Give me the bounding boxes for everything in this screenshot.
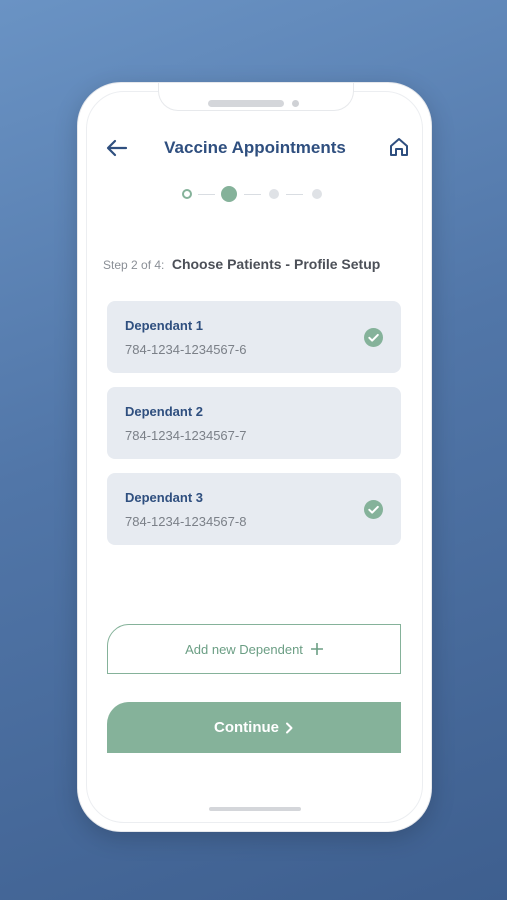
speaker-grille xyxy=(208,100,284,107)
step-connector xyxy=(244,194,261,195)
step-counter: Step 2 of 4: xyxy=(103,258,165,272)
dependant-name: Dependant 1 xyxy=(125,318,204,333)
step-dot-2 xyxy=(221,186,237,202)
step-connector xyxy=(198,194,215,195)
plus-icon xyxy=(310,643,323,655)
add-dependent-label: Add new Dependent xyxy=(185,641,303,657)
phone-frame: Vaccine Appointments Step 2 of 4: Choose… xyxy=(77,82,432,832)
dependant-card-2[interactable]: Dependant 2 784-1234-1234567-7 xyxy=(107,387,401,459)
home-indicator xyxy=(209,807,301,811)
page-title: Vaccine Appointments xyxy=(164,138,346,157)
dependant-name: Dependant 2 xyxy=(125,404,204,419)
dependant-card-1[interactable]: Dependant 1 784-1234-1234567-6 xyxy=(107,301,401,373)
chevron-right-icon xyxy=(286,722,293,733)
continue-button[interactable]: Continue xyxy=(107,702,401,753)
add-dependent-button[interactable]: Add new Dependent xyxy=(107,624,401,674)
check-circle-icon xyxy=(364,328,383,347)
step-heading: Step 2 of 4: Choose Patients - Profile S… xyxy=(103,256,423,274)
step-title: Choose Patients - Profile Setup xyxy=(171,256,381,272)
dependant-id: 784-1234-1234567-6 xyxy=(125,342,247,357)
step-dot-4 xyxy=(312,189,322,199)
dependant-card-3[interactable]: Dependant 3 784-1234-1234567-8 xyxy=(107,473,401,545)
step-connector xyxy=(286,194,303,195)
step-dot-1 xyxy=(182,189,192,199)
check-circle-icon xyxy=(364,500,383,519)
progress-stepper xyxy=(182,185,330,203)
step-dot-3 xyxy=(269,189,279,199)
continue-label: Continue xyxy=(214,719,279,736)
dependant-id: 784-1234-1234567-8 xyxy=(125,514,247,529)
dependant-name: Dependant 3 xyxy=(125,490,204,505)
app-header: Vaccine Appointments xyxy=(100,135,410,161)
front-camera xyxy=(292,100,299,107)
dependant-id: 784-1234-1234567-7 xyxy=(125,428,247,443)
home-icon[interactable] xyxy=(388,136,410,158)
